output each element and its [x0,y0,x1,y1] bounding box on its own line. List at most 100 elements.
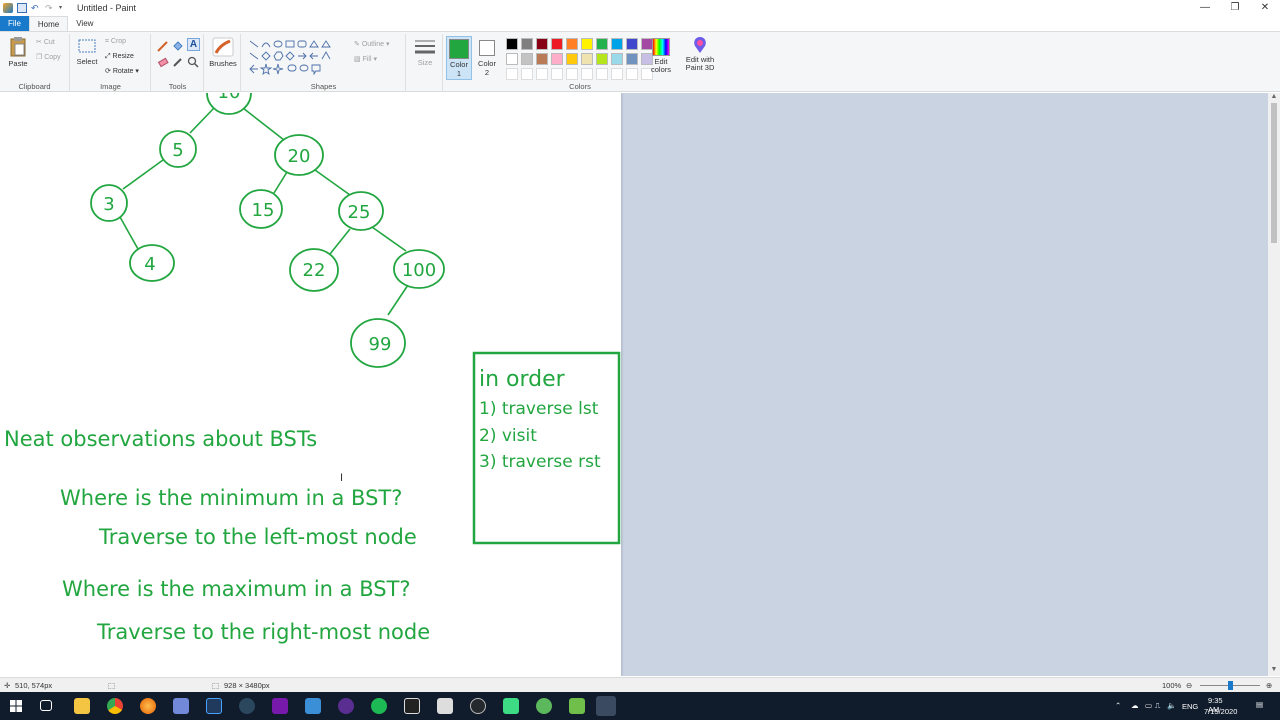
color-swatch[interactable] [596,68,608,80]
usb-icon[interactable]: ▭ [1145,701,1152,710]
color-swatch[interactable] [521,53,533,65]
clock-date[interactable]: 7/15/2020 [1204,707,1237,716]
cut-button[interactable]: ✂ Cut [36,38,55,46]
terminal-icon[interactable] [206,698,222,714]
file-explorer-icon[interactable] [74,698,90,714]
brushes-button[interactable]: Brushes [207,37,239,68]
tab-file[interactable]: File [0,16,29,31]
color-swatch[interactable] [596,38,608,50]
eraser-icon[interactable] [157,56,169,68]
color-swatch[interactable] [506,68,518,80]
color-swatch[interactable] [551,53,563,65]
color-swatch[interactable] [536,53,548,65]
color-picker-icon[interactable] [172,56,184,68]
task-view-icon[interactable] [40,700,52,711]
zoom-slider-thumb[interactable] [1228,681,1233,690]
color1-button[interactable]: Color 1 [446,36,472,80]
pencil-icon[interactable] [157,40,169,52]
outline-button[interactable]: ✎ Outline ▾ [354,40,389,48]
steam-icon[interactable] [239,698,255,714]
firefox-icon[interactable] [140,698,156,714]
paint-taskbar-icon[interactable] [305,698,321,714]
paste-button[interactable]: Paste [6,37,30,68]
unity-icon[interactable] [404,698,420,714]
color-swatch[interactable] [506,53,518,65]
notes-heading: Neat observations about BSTs [4,427,318,451]
size-button[interactable]: Size [411,38,439,67]
github-icon[interactable] [470,698,486,714]
network-icon[interactable]: ⎍ [1155,701,1160,711]
maximize-button[interactable]: ❐ [1220,0,1250,15]
scroll-thumb[interactable] [1271,103,1277,243]
color-swatch[interactable] [626,53,638,65]
color-swatch[interactable] [551,38,563,50]
scroll-up-icon[interactable]: ▲ [1268,93,1280,103]
onedrive-icon[interactable]: ☁ [1131,701,1139,710]
text-cursor-icon: I [340,472,344,484]
select-button[interactable]: Select [75,37,99,66]
edit-paint3d-button[interactable]: Edit with Paint 3D [682,36,718,72]
scroll-down-icon[interactable]: ▼ [1268,666,1280,676]
color-swatch[interactable] [611,38,623,50]
document-icon[interactable] [437,698,453,714]
language-indicator[interactable]: ENG [1182,702,1198,711]
color-swatch[interactable] [611,53,623,65]
color-swatch[interactable] [521,38,533,50]
discord-icon[interactable] [173,698,189,714]
color-swatch[interactable] [581,53,593,65]
color-swatch[interactable] [566,38,578,50]
obs-icon[interactable] [338,698,354,714]
text-tool-icon[interactable]: A [187,38,200,51]
fill-button[interactable]: ▧ Fill ▾ [354,55,377,63]
onenote-icon[interactable] [272,698,288,714]
zoom-out-icon[interactable]: ⊖ [1186,681,1192,690]
shapes-gallery-icon[interactable] [248,39,346,75]
crop-button[interactable]: ⌗ Crop [105,38,126,46]
fill-bucket-icon[interactable] [172,40,184,52]
color-swatch[interactable] [536,38,548,50]
tab-view[interactable]: View [68,16,101,31]
magnifier-icon[interactable] [187,56,199,68]
minimize-button[interactable]: — [1190,0,1220,15]
java-icon[interactable] [536,698,552,714]
resize-button[interactable]: ⤢ Resize [105,53,134,61]
color-swatch[interactable] [536,68,548,80]
brushes-group: Brushes [205,34,241,91]
zoom-slider[interactable] [1200,681,1260,690]
color-swatch[interactable] [521,68,533,80]
notifications-icon[interactable]: ▤ [1256,700,1263,709]
android-icon[interactable] [503,698,519,714]
windows-start-icon[interactable] [10,700,22,712]
redo-icon[interactable]: ↷ [45,3,55,13]
tab-home[interactable]: Home [28,16,69,31]
notepad-icon[interactable] [569,698,585,714]
customize-qat-icon[interactable]: ▾ [59,3,69,13]
color-swatch[interactable] [566,68,578,80]
rotate-button[interactable]: ⟳ Rotate ▾ [105,67,139,75]
color-swatch[interactable] [551,68,563,80]
color-swatch[interactable] [596,53,608,65]
drawing-canvas[interactable]: 10 5 20 3 15 25 4 22 100 99 in order 1) … [0,93,621,676]
volume-icon[interactable]: 🔈 [1167,701,1176,710]
close-button[interactable]: ✕ [1250,0,1280,15]
edit-colors-button[interactable]: Edit colors [648,38,674,74]
undo-icon[interactable]: ↶ [31,3,41,13]
color2-button[interactable]: Color 2 [475,36,499,77]
copy-button[interactable]: ❐ Copy [36,53,61,61]
color-swatch[interactable] [626,38,638,50]
color-swatch[interactable] [626,68,638,80]
tray-expand-icon[interactable]: ⌃ [1115,701,1121,710]
color-swatch[interactable] [611,68,623,80]
chrome-icon[interactable] [107,698,123,714]
vertical-scrollbar[interactable]: ▲ ▼ [1268,93,1280,676]
zoom-in-icon[interactable]: ⊕ [1266,681,1272,690]
color-swatch[interactable] [566,53,578,65]
question-maximum: Where is the maximum in a BST? [62,577,411,601]
color-swatch[interactable] [581,38,593,50]
edge-10-5 [189,107,215,134]
active-app-icon[interactable] [596,696,616,716]
spotify-icon[interactable] [371,698,387,714]
color-swatch[interactable] [581,68,593,80]
color-swatch[interactable] [506,38,518,50]
save-icon[interactable] [17,2,27,13]
